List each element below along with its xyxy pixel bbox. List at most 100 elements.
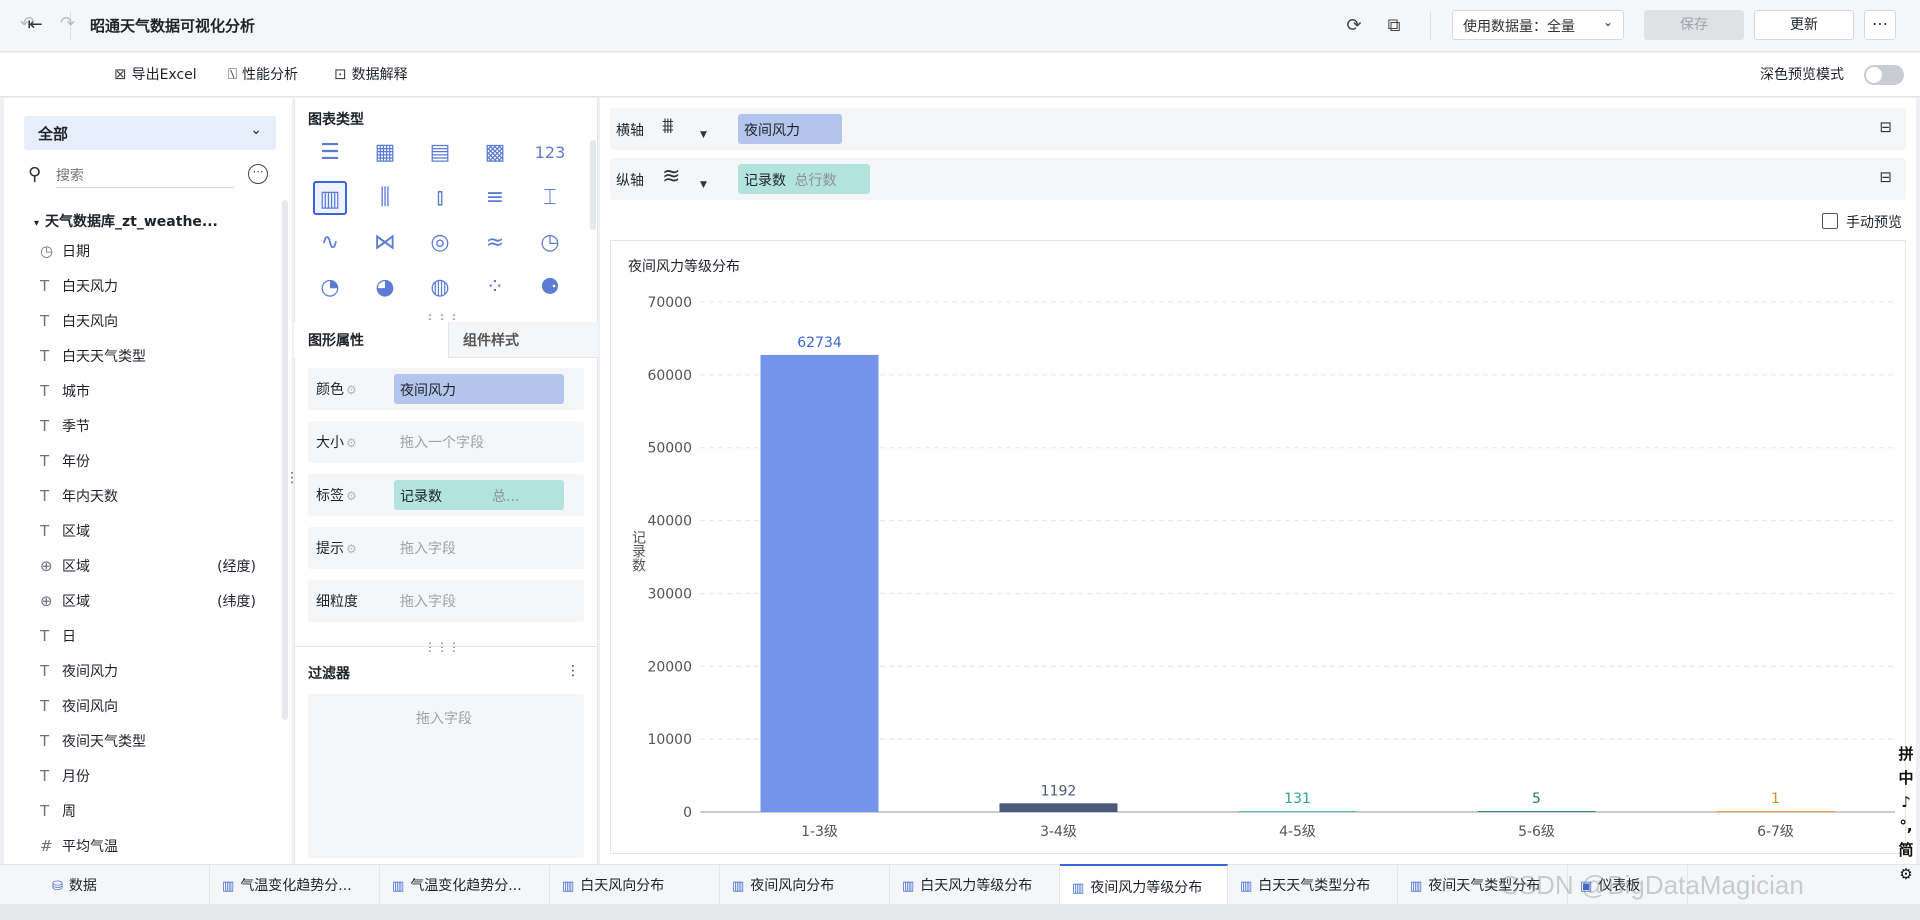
line-chart-icon[interactable]: ∿ bbox=[313, 226, 347, 260]
grouped-bar-icon[interactable]: ⫼ bbox=[368, 181, 402, 215]
waterfall-icon[interactable]: ⌶ bbox=[533, 181, 567, 215]
caret-down-icon[interactable]: ▼ bbox=[700, 180, 707, 190]
property-field-pill[interactable]: 记录数 总... bbox=[394, 480, 564, 510]
undo-icon[interactable]: ↶ bbox=[20, 13, 35, 34]
field-item[interactable]: T 年份 bbox=[40, 451, 260, 473]
pie-chart-icon[interactable]: ◔ bbox=[313, 271, 347, 305]
field-item[interactable]: ◷ 日期 bbox=[40, 241, 260, 263]
sheet-tab[interactable]: ▥ 白天风力等级分布 bbox=[890, 864, 1060, 904]
property-row[interactable]: 大小 ⚙ 拖入一个字段 bbox=[308, 421, 584, 463]
sheet-tab[interactable]: ▥ 白天风向分布 bbox=[550, 864, 720, 904]
scrollbar[interactable] bbox=[282, 200, 288, 720]
x-axis-shelf[interactable]: 横轴 ⩩ ▼ 夜间风力 ⊟ bbox=[610, 108, 1906, 150]
update-button[interactable]: 更新 bbox=[1754, 10, 1854, 40]
save-button[interactable]: 保存 bbox=[1644, 10, 1744, 40]
field-item[interactable]: T 城市 bbox=[40, 381, 260, 403]
manual-preview-checkbox[interactable] bbox=[1822, 213, 1838, 229]
field-item[interactable]: T 夜间风力 bbox=[40, 661, 260, 683]
field-item[interactable]: # 平均气温 bbox=[40, 836, 260, 858]
y-axis-shelf[interactable]: 纵轴 ≋ ▼ 记录数 总行数 ⊟ bbox=[610, 158, 1906, 200]
sheet-tab[interactable]: ⛁ 数据 bbox=[40, 864, 210, 904]
sheet-tab[interactable]: ▥ 气温变化趋势分... bbox=[380, 864, 550, 904]
horizontal-bar-icon[interactable]: ≡ bbox=[478, 181, 512, 215]
field-item[interactable]: T 白天天气类型 bbox=[40, 346, 260, 368]
scope-select[interactable]: 全部 ⌄ bbox=[24, 116, 276, 150]
sheet-tab[interactable]: ▥ 气温变化趋势分... bbox=[210, 864, 380, 904]
database-node[interactable]: ▾ 天气数据库_zt_weathe... bbox=[34, 211, 218, 231]
ime-button[interactable]: 拼 bbox=[1896, 742, 1916, 766]
field-item[interactable]: ⊕ 区域 (纬度) bbox=[40, 591, 260, 613]
field-item[interactable]: T 夜间风向 bbox=[40, 696, 260, 718]
ime-button[interactable]: ♪ bbox=[1896, 790, 1916, 814]
area-chart-icon[interactable]: ≈ bbox=[478, 226, 512, 260]
field-item[interactable]: T周 bbox=[40, 801, 260, 823]
gear-icon[interactable]: ⚙ bbox=[346, 489, 357, 503]
gear-icon[interactable]: ⚙ bbox=[346, 436, 357, 450]
detail-table-icon[interactable]: ▤ bbox=[423, 136, 457, 170]
more-options-icon[interactable]: ⋯ bbox=[248, 164, 268, 184]
cross-table-icon[interactable]: ▦ bbox=[368, 136, 402, 170]
radar-icon[interactable]: ⋈ bbox=[368, 226, 402, 260]
redo-icon[interactable]: ↷ bbox=[60, 13, 75, 34]
drag-handle-icon[interactable]: ⋮⋮⋮ bbox=[424, 640, 460, 654]
bubble-icon[interactable]: ⚈ bbox=[533, 271, 567, 305]
sheet-tab[interactable]: ▥ 白天天气类型分布 bbox=[1228, 864, 1398, 904]
treemap-icon[interactable]: ▩ bbox=[478, 136, 512, 170]
tab-shape-properties[interactable]: 图形属性 bbox=[294, 322, 448, 358]
sheet-tab[interactable]: ▥ 夜间风力等级分布 bbox=[1060, 864, 1228, 904]
property-field-pill[interactable]: 夜间风力 bbox=[394, 374, 564, 404]
field-item[interactable]: T 白天风向 bbox=[40, 311, 260, 333]
refresh-icon[interactable]: ⟳ bbox=[1342, 14, 1366, 38]
y-axis-sort-icon[interactable]: ≋ bbox=[662, 164, 680, 189]
ime-button[interactable]: 中 bbox=[1896, 766, 1916, 790]
caret-down-icon[interactable]: ▼ bbox=[700, 130, 707, 140]
property-row[interactable]: 细粒度 拖入字段 bbox=[308, 580, 584, 622]
sheet-tab[interactable]: ▥ 夜间风向分布 bbox=[720, 864, 890, 904]
y-axis-field-pill[interactable]: 记录数 总行数 bbox=[738, 164, 870, 194]
field-item[interactable]: T 区域 bbox=[40, 521, 260, 543]
sheet-tab-label: 夜间风力等级分布 bbox=[1090, 880, 1203, 896]
field-item[interactable]: ⊕ 区域 (经度) bbox=[40, 556, 260, 578]
x-axis-sort-icon[interactable]: ⩩ bbox=[662, 114, 674, 139]
export-excel-button[interactable]: ⊠ 导出Excel bbox=[114, 64, 197, 84]
scatter-icon[interactable]: ⁘ bbox=[478, 271, 512, 305]
lock-icon[interactable]: ⊟ bbox=[1879, 118, 1892, 136]
kpi-number-icon[interactable]: 123 bbox=[533, 136, 567, 170]
text-type-icon: T bbox=[40, 522, 50, 540]
tab-component-style[interactable]: 组件样式 bbox=[448, 322, 598, 358]
filter-more-icon[interactable]: ⋮ bbox=[566, 663, 580, 679]
lock-icon[interactable]: ⊟ bbox=[1879, 168, 1892, 186]
ime-button[interactable]: °, bbox=[1896, 814, 1916, 838]
property-row[interactable]: 提示 ⚙ 拖入字段 bbox=[308, 527, 584, 569]
ime-toolbar[interactable]: 拼中 ♪ °, 简 ⚙ bbox=[1896, 742, 1916, 886]
ring-chart-icon[interactable]: ◍ bbox=[423, 271, 457, 305]
field-item[interactable]: T 夜间天气类型 bbox=[40, 731, 260, 753]
ime-button[interactable]: 简 bbox=[1896, 838, 1916, 862]
field-item[interactable]: T日 bbox=[40, 626, 260, 648]
gauge-icon[interactable]: ◷ bbox=[533, 226, 567, 260]
x-axis-field-pill[interactable]: 夜间风力 bbox=[738, 114, 842, 144]
data-scope-select[interactable]: 使用数据量：全量 ⌄ bbox=[1452, 10, 1624, 40]
field-item[interactable]: T 年内天数 bbox=[40, 486, 260, 508]
property-row[interactable]: 标签 ⚙ 记录数 总... bbox=[308, 474, 584, 516]
more-button[interactable]: ⋯ bbox=[1864, 10, 1896, 40]
ime-button[interactable]: ⚙ bbox=[1896, 862, 1916, 886]
dark-mode-toggle[interactable] bbox=[1864, 65, 1904, 85]
field-label: 夜间风力 bbox=[62, 664, 118, 680]
field-item[interactable]: T 白天风力 bbox=[40, 276, 260, 298]
polar-icon[interactable]: ◎ bbox=[423, 226, 457, 260]
scrollbar[interactable] bbox=[590, 140, 596, 230]
table-icon[interactable]: ☰ bbox=[313, 136, 347, 170]
stacked-bar-icon[interactable]: ⫾ bbox=[423, 181, 457, 215]
gear-icon[interactable]: ⚙ bbox=[346, 542, 357, 556]
field-item[interactable]: T 季节 bbox=[40, 416, 260, 438]
performance-button[interactable]: ⍂ 性能分析 bbox=[228, 64, 298, 84]
search-input[interactable] bbox=[56, 164, 234, 188]
rose-chart-icon[interactable]: ◕ bbox=[368, 271, 402, 305]
bar-chart-icon[interactable]: ▥ bbox=[313, 181, 347, 215]
property-row[interactable]: 颜色 ⚙ 夜间风力 bbox=[308, 368, 584, 410]
data-explain-button[interactable]: ⊡ 数据解释 bbox=[334, 64, 408, 84]
lineage-icon[interactable]: ⧉ bbox=[1382, 14, 1406, 38]
gear-icon[interactable]: ⚙ bbox=[346, 383, 357, 397]
field-item[interactable]: T 月份 bbox=[40, 766, 260, 788]
